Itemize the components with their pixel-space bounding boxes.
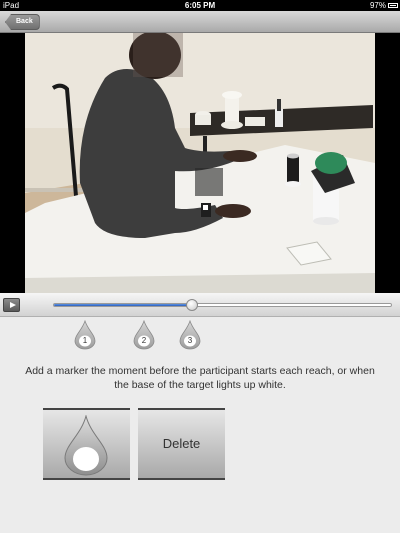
teardrop-marker-icon: [179, 320, 201, 350]
navigation-bar: Back: [0, 11, 400, 33]
marker-1[interactable]: 1: [74, 320, 96, 350]
delete-button[interactable]: Delete: [138, 408, 225, 480]
video-frame-image: [25, 33, 375, 293]
clock: 6:05 PM: [184, 1, 216, 10]
scrubber-track[interactable]: [53, 299, 392, 311]
video-player[interactable]: [0, 33, 400, 293]
marker-label: 3: [187, 336, 193, 345]
status-bar: iPad 6:05 PM 97%: [0, 0, 400, 11]
teardrop-marker-icon: [64, 415, 108, 476]
teardrop-marker-icon: [74, 320, 96, 350]
instructions-text: Add a marker the moment before the parti…: [25, 365, 375, 391]
add-marker-button[interactable]: [43, 408, 130, 480]
battery-percentage: 97%: [369, 1, 386, 10]
marker-label: 1: [82, 336, 88, 345]
play-button[interactable]: [3, 298, 20, 312]
video-controls: [0, 293, 400, 317]
marker-label: 2: [141, 336, 147, 345]
scrubber-thumb[interactable]: [186, 299, 199, 311]
teardrop-marker-icon: [133, 320, 155, 350]
back-button[interactable]: Back: [5, 14, 40, 30]
marker-2[interactable]: 2: [133, 320, 155, 350]
marker-3[interactable]: 3: [179, 320, 201, 350]
scrubber-progress: [54, 304, 193, 306]
battery-icon: [388, 3, 398, 8]
